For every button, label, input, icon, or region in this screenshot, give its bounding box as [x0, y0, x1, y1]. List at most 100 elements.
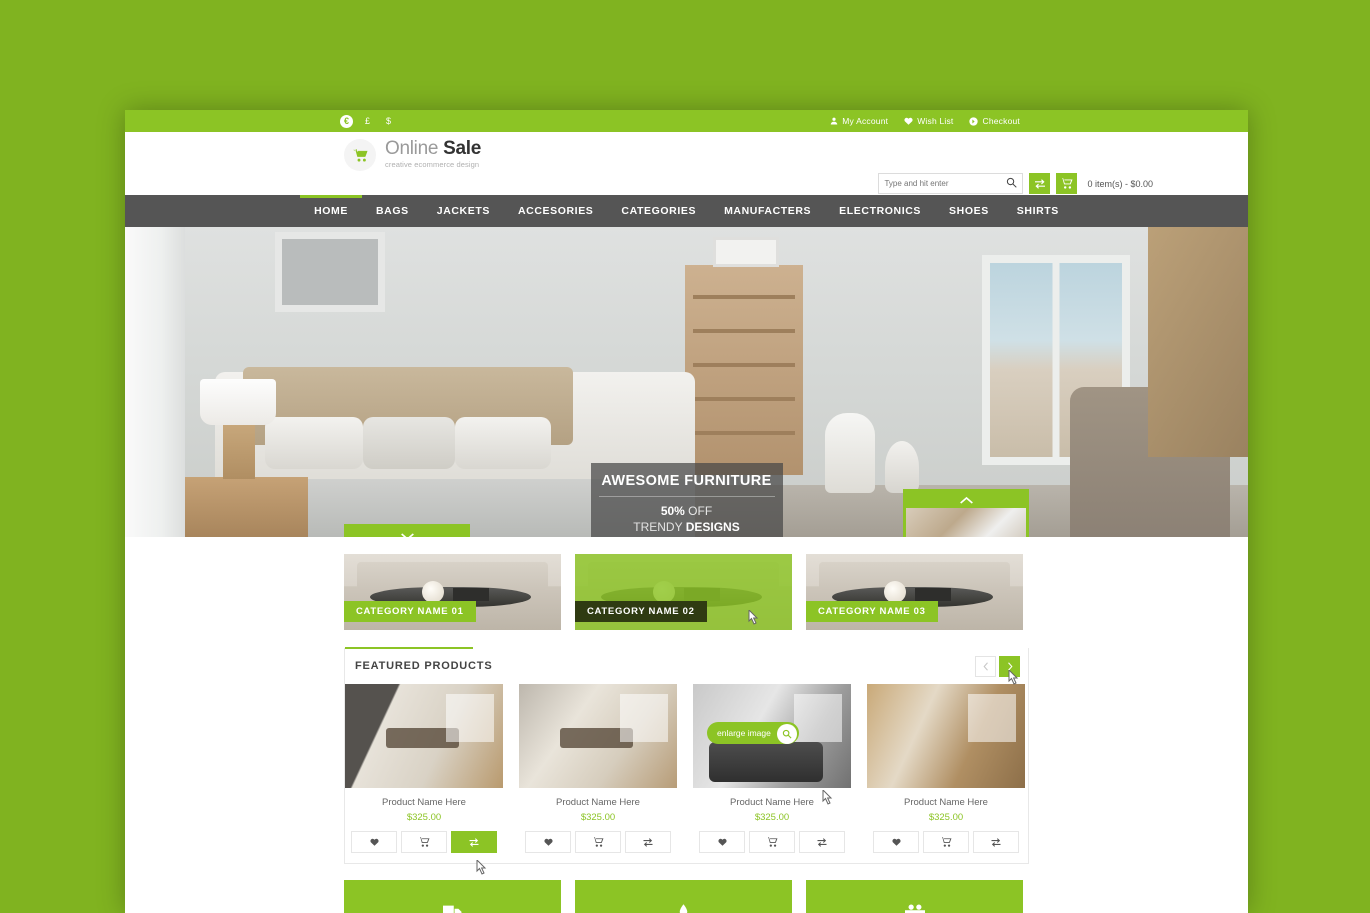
my-account-link[interactable]: My Account — [830, 116, 888, 126]
nav-label: ELECTRONICS — [839, 205, 922, 217]
add-to-cart-button[interactable] — [575, 831, 621, 853]
product-image[interactable] — [519, 684, 677, 788]
category-banner-01[interactable]: CATEGORY NAME 01 — [344, 554, 561, 630]
product-price: $325.00 — [406, 812, 442, 823]
search-input[interactable] — [884, 179, 1007, 188]
search-icon[interactable] — [1006, 175, 1018, 193]
product-actions — [519, 831, 677, 853]
hero-caption-discount: 50% OFF — [660, 504, 713, 518]
search-box[interactable] — [878, 173, 1024, 194]
currency-option-dollar[interactable]: $ — [382, 115, 395, 128]
wishlist-button[interactable] — [351, 831, 397, 853]
product-card[interactable]: Product Name Here $325.00 — [867, 684, 1025, 853]
chevron-up-icon — [959, 496, 973, 504]
nav-label: JACKETS — [436, 205, 490, 217]
featured-products-section: FEATURED PRODUCTS Product Name Here $325… — [344, 647, 1029, 864]
nav-label: ACCESORIES — [517, 205, 594, 217]
cart-button[interactable] — [1056, 173, 1078, 194]
compare-button[interactable] — [1029, 173, 1051, 194]
nav-item-bags[interactable]: BAGS — [362, 195, 423, 227]
storefront-page: € £ $ My Account Wish List Checkout Onli… — [125, 110, 1248, 913]
info-banner-eco[interactable] — [575, 880, 792, 913]
chevron-right-icon — [1007, 661, 1012, 671]
nav-item-jackets[interactable]: JACKETS — [423, 195, 504, 227]
currency-option-pound[interactable]: £ — [361, 115, 374, 128]
logo-badge — [344, 139, 376, 171]
product-card[interactable]: Product Name Here $325.00 — [519, 684, 677, 853]
enlarge-image-tooltip[interactable]: enlarge image — [707, 722, 799, 744]
product-card[interactable]: enlarge image Product Name Here $325.00 — [693, 684, 851, 853]
chevron-left-icon — [983, 661, 988, 671]
cart-icon — [1060, 178, 1073, 189]
info-banners — [125, 864, 1248, 913]
heart-icon — [717, 838, 727, 846]
compare-button[interactable] — [625, 831, 671, 853]
wishlist-button[interactable] — [699, 831, 745, 853]
compare-button[interactable] — [973, 831, 1019, 853]
product-price: $325.00 — [754, 812, 790, 823]
product-actions — [867, 831, 1025, 853]
nav-item-categories[interactable]: CATEGORIES — [607, 195, 710, 227]
nav-item-home[interactable]: HOME — [300, 195, 362, 227]
wishlist-button[interactable] — [525, 831, 571, 853]
checkout-label: Checkout — [982, 116, 1020, 126]
nav-item-electronics[interactable]: ELECTRONICS — [825, 195, 935, 227]
user-icon — [830, 117, 838, 125]
currency-selector[interactable]: € £ $ — [340, 110, 395, 132]
product-image[interactable] — [345, 684, 503, 788]
category-banner-03[interactable]: CATEGORY NAME 03 — [806, 554, 1023, 630]
hero-caption-subtitle: TRENDY DESIGNS — [633, 520, 740, 534]
category-banner-02[interactable]: CATEGORY NAME 02 — [575, 554, 792, 630]
heart-icon — [904, 117, 913, 125]
hero-next-button[interactable] — [906, 492, 1026, 508]
product-price: $325.00 — [928, 812, 964, 823]
site-logo[interactable]: Online Sale creative ecommerce design — [344, 139, 481, 171]
hero-caption-title: AWESOME FURNITURE — [598, 473, 775, 497]
category-label: CATEGORY NAME 02 — [575, 601, 707, 622]
add-to-cart-button[interactable] — [923, 831, 969, 853]
hero-thumbnail[interactable] — [906, 508, 1026, 537]
heart-icon — [891, 838, 901, 846]
hero-prev-button[interactable] — [344, 524, 470, 537]
nav-item-manufacters[interactable]: MANUFACTERS — [710, 195, 825, 227]
add-to-cart-button[interactable] — [401, 831, 447, 853]
nav-label: BAGS — [376, 205, 409, 217]
nav-item-shoes[interactable]: SHOES — [935, 195, 1003, 227]
info-banner-shipping[interactable] — [344, 880, 561, 913]
product-name: Product Name Here — [730, 797, 814, 808]
product-price: $325.00 — [580, 812, 616, 823]
product-card[interactable]: Product Name Here $325.00 — [345, 684, 503, 853]
cart-icon — [940, 837, 952, 847]
product-actions — [693, 831, 851, 853]
nav-item-accesories[interactable]: ACCESORIES — [504, 195, 607, 227]
nav-label: SHOES — [949, 205, 989, 217]
top-bar: € £ $ My Account Wish List Checkout — [125, 110, 1248, 132]
top-links: My Account Wish List Checkout — [830, 110, 1020, 132]
carousel-next-button[interactable] — [999, 655, 1020, 677]
product-image[interactable] — [867, 684, 1025, 788]
compare-button[interactable] — [451, 831, 497, 853]
carousel-prev-button[interactable] — [975, 655, 996, 677]
currency-option-euro[interactable]: € — [340, 114, 353, 128]
nav-item-shirts[interactable]: SHIRTS — [1003, 195, 1073, 227]
wishlist-button[interactable] — [873, 831, 919, 853]
product-name: Product Name Here — [904, 797, 988, 808]
info-banner-gift[interactable] — [806, 880, 1023, 913]
leaf-icon — [679, 904, 688, 913]
compare-icon — [469, 837, 479, 847]
magnifier-icon — [776, 724, 797, 744]
hero-slider: AWESOME FURNITURE 50% OFF TRENDY DESIGNS — [125, 227, 1248, 537]
wish-list-label: Wish List — [917, 116, 954, 126]
compare-button[interactable] — [799, 831, 845, 853]
category-banners: CATEGORY NAME 01 CATEGORY NAME 02 CATEGO… — [125, 537, 1248, 630]
cart-icon — [352, 148, 367, 161]
cart-total-label: 0 item(s) - $0.00 — [1087, 178, 1153, 189]
nav-label: SHIRTS — [1016, 205, 1059, 217]
checkout-link[interactable]: Checkout — [969, 116, 1020, 126]
compare-icon — [817, 837, 827, 847]
wish-list-link[interactable]: Wish List — [904, 116, 953, 126]
chevron-down-icon — [400, 532, 414, 537]
page-title: FEATURED PRODUCTS — [355, 660, 493, 672]
add-to-cart-button[interactable] — [749, 831, 795, 853]
hero-next-panel[interactable] — [903, 489, 1029, 537]
